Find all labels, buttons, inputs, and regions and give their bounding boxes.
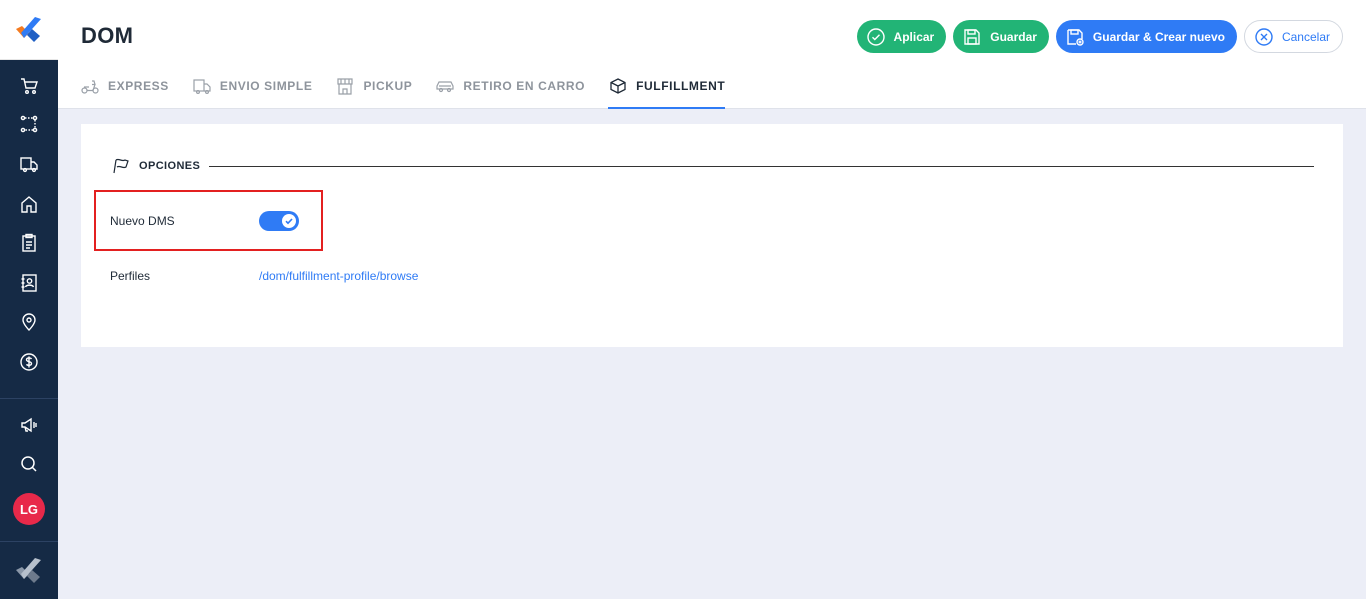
tab-bar: EXPRESS ENVIO SIMPLE PICKUP RETIRO EN CA…	[80, 68, 748, 109]
truck-icon	[193, 79, 211, 95]
scooter-icon	[81, 80, 99, 94]
cancel-button[interactable]: Cancelar	[1243, 20, 1343, 53]
tab-express[interactable]: EXPRESS	[80, 68, 169, 109]
close-circle-icon	[1255, 27, 1273, 46]
header: DOM Aplicar Guardar Guardar & Crear nuev…	[58, 0, 1366, 109]
page-title: DOM	[81, 23, 134, 48]
sidebar-item-search[interactable]	[14, 449, 44, 479]
sidebar-item-cart[interactable]	[14, 71, 44, 101]
perfiles-link[interactable]: /dom/fulfillment-profile/browse	[259, 269, 418, 283]
sidebar-item-locations[interactable]	[14, 307, 44, 337]
store-icon	[337, 78, 354, 95]
options-card: OPCIONES Nuevo DMS Perfiles /dom/fulfill…	[81, 124, 1343, 347]
clipboard-icon	[22, 233, 36, 252]
tab-envio-simple[interactable]: ENVIO SIMPLE	[192, 68, 313, 109]
app-logo[interactable]	[0, 0, 58, 60]
cart-icon	[21, 78, 38, 94]
avatar[interactable]: LG	[13, 493, 45, 525]
search-icon	[21, 456, 37, 472]
save-new-icon	[1067, 28, 1084, 46]
tab-pickup[interactable]: PICKUP	[335, 68, 412, 109]
sidebar-item-contacts[interactable]	[14, 268, 44, 298]
tab-label: EXPRESS	[108, 79, 169, 93]
sidebar: LG	[0, 0, 58, 599]
car-icon	[436, 81, 455, 93]
logo-mark-icon	[16, 16, 41, 42]
nuevo-dms-toggle[interactable]	[259, 211, 299, 231]
megaphone-icon	[21, 417, 37, 433]
sidebar-item-announcements[interactable]	[14, 410, 44, 440]
section-title: OPCIONES	[139, 160, 201, 172]
save-button[interactable]: Guardar	[953, 20, 1049, 53]
tab-label: PICKUP	[363, 79, 413, 93]
sidebar-item-routes[interactable]	[14, 109, 44, 139]
sidebar-item-delivery[interactable]	[14, 149, 44, 179]
route-icon	[20, 115, 38, 133]
logo-mark-icon	[16, 557, 41, 583]
toggle-knob	[282, 214, 296, 228]
save-button-label: Guardar	[990, 29, 1037, 44]
dollar-icon	[20, 353, 38, 371]
apply-button[interactable]: Aplicar	[856, 20, 947, 53]
sidebar-item-home[interactable]	[14, 189, 44, 219]
sidebar-divider	[0, 398, 58, 399]
tab-label: ENVIO SIMPLE	[219, 79, 313, 93]
save-and-new-button[interactable]: Guardar & Crear nuevo	[1055, 20, 1237, 53]
contact-book-icon	[21, 274, 37, 292]
box-icon	[610, 78, 626, 94]
cancel-button-label: Cancelar	[1281, 29, 1330, 44]
nuevo-dms-label: Nuevo DMS	[110, 214, 175, 228]
tab-fulfillment[interactable]: FULFILLMENT	[608, 68, 726, 109]
check-icon	[285, 218, 293, 225]
tab-label: RETIRO EN CARRO	[463, 79, 586, 93]
section-divider	[209, 166, 1314, 167]
save-and-new-button-label: Guardar & Crear nuevo	[1092, 29, 1225, 44]
truck-icon	[20, 157, 38, 173]
home-icon	[21, 196, 37, 213]
brand-logo	[0, 542, 58, 599]
tab-label: FULFILLMENT	[636, 79, 726, 93]
save-icon	[964, 28, 980, 45]
tab-retiro-en-carro[interactable]: RETIRO EN CARRO	[435, 68, 585, 109]
map-pin-icon	[22, 313, 36, 331]
header-actions: Aplicar Guardar Guardar & Crear nuevo Ca…	[856, 20, 1343, 53]
flag-icon	[113, 158, 129, 174]
sidebar-item-billing[interactable]	[14, 347, 44, 377]
section-header: OPCIONES	[111, 156, 200, 176]
sidebar-item-orders[interactable]	[14, 228, 44, 258]
apply-button-label: Aplicar	[893, 29, 935, 44]
perfiles-label: Perfiles	[110, 269, 151, 283]
check-circle-icon	[866, 27, 885, 46]
